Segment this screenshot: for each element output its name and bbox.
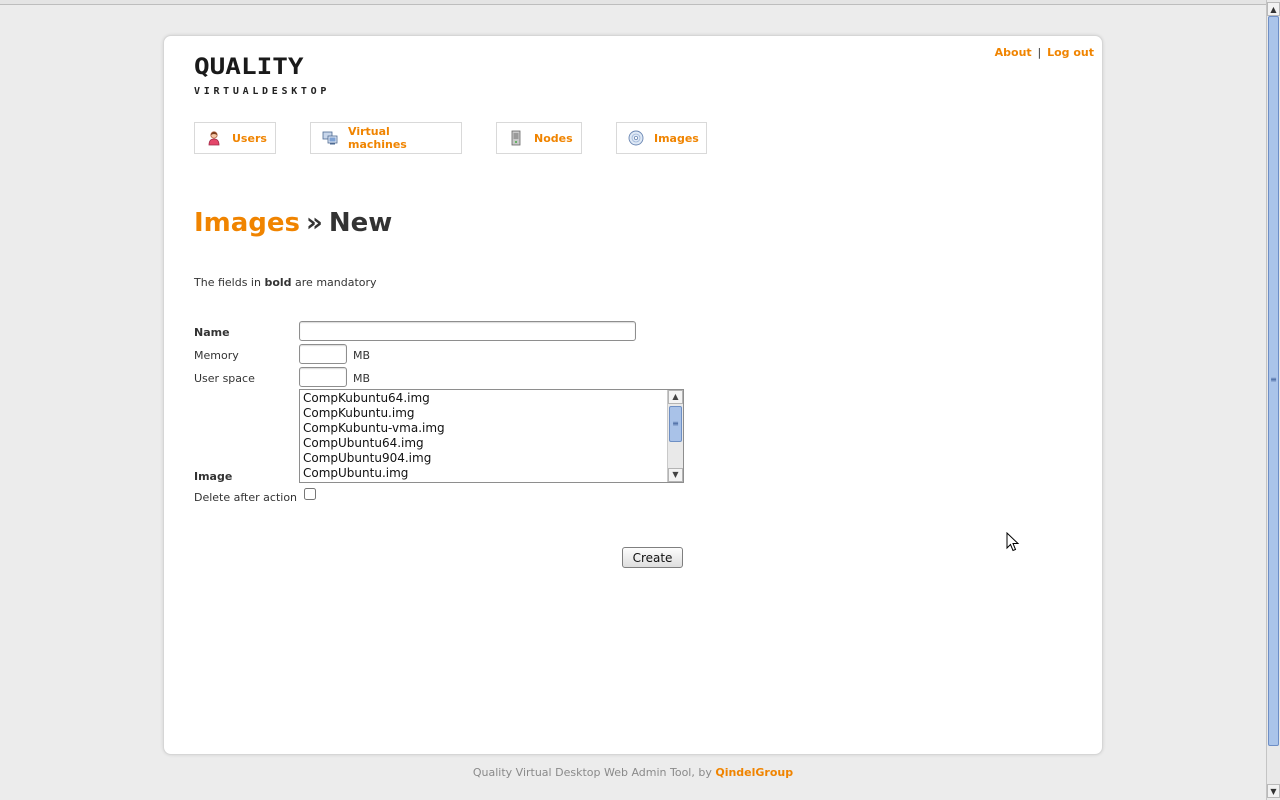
user-space-input[interactable] — [299, 367, 347, 387]
delete-after-action-label: Delete after action — [194, 491, 298, 504]
image-option[interactable]: CompUbuntu64.img — [300, 436, 667, 451]
logo-sub-text: VIRTUALDESKTOP — [194, 86, 331, 97]
mandatory-fields-hint: The fields in bold are mandatory — [194, 276, 377, 289]
server-icon — [508, 130, 524, 146]
nav-item-nodes[interactable]: Nodes — [496, 122, 582, 154]
disc-icon — [628, 130, 644, 146]
image-option[interactable]: CompKubuntu.img — [300, 406, 667, 421]
user-icon — [206, 130, 222, 146]
user-space-unit: MB — [353, 372, 371, 385]
name-label: Name — [194, 326, 230, 339]
memory-unit: MB — [353, 349, 371, 362]
memory-input[interactable] — [299, 344, 347, 364]
quality-virtualdesktop-logo: QUALITY VIRTUALDESKTOP — [194, 54, 331, 97]
footer-text: Quality Virtual Desktop Web Admin Tool, … — [472, 766, 716, 779]
footer: Quality Virtual Desktop Web Admin Tool, … — [0, 766, 1266, 779]
page-scroll-thumb[interactable]: ≡ — [1268, 16, 1279, 746]
logo-main-text: QUALITY — [194, 54, 304, 81]
breadcrumb-current: New — [328, 208, 393, 238]
memory-label: Memory — [194, 349, 239, 362]
delete-after-action-checkbox[interactable] — [304, 488, 316, 500]
image-label: Image — [194, 470, 233, 483]
image-list-scroll-thumb[interactable]: ≡ — [669, 406, 682, 442]
hint-text-before: The fields in — [194, 276, 265, 289]
logout-link[interactable]: Log out — [1047, 46, 1094, 59]
page-scroll-up-arrow-icon[interactable]: ▲ — [1267, 2, 1280, 16]
footer-company-link[interactable]: QindelGroup — [715, 766, 793, 779]
nav-item-virtual-machines[interactable]: Virtual machines — [310, 122, 462, 154]
image-option[interactable]: CompKubuntu64.img — [300, 391, 667, 406]
hint-text-after: are mandatory — [291, 276, 377, 289]
hint-bold-word: bold — [264, 276, 292, 289]
page-scroll-down-arrow-icon[interactable]: ▼ — [1267, 784, 1280, 798]
breadcrumb-section[interactable]: Images — [194, 208, 300, 238]
main-panel: About | Log out QUALITY VIRTUALDESKTOP U… — [163, 35, 1103, 755]
scroll-down-arrow-icon[interactable]: ▼ — [668, 468, 683, 482]
create-button[interactable]: Create — [622, 547, 683, 568]
nav-label-nodes: Nodes — [534, 131, 573, 145]
user-space-label: User space — [194, 372, 255, 385]
nav-label-images: Images — [654, 131, 699, 145]
main-nav: Users Virtual machines Nodes Images — [164, 122, 1102, 158]
image-option[interactable]: CompKubuntu-vma.img — [300, 421, 667, 436]
page-scrollbar[interactable]: ▲ ≡ ▼ — [1266, 0, 1280, 800]
image-option[interactable]: CompUbuntu.img — [300, 466, 667, 481]
image-select-list[interactable]: CompKubuntu64.img CompKubuntu.img CompKu… — [299, 389, 684, 483]
image-options: CompKubuntu64.img CompKubuntu.img CompKu… — [300, 391, 667, 481]
virtual-machines-icon — [322, 130, 338, 146]
nav-item-images[interactable]: Images — [616, 122, 707, 154]
image-option[interactable]: CompUbuntu904.img — [300, 451, 667, 466]
breadcrumb-separator: » — [306, 208, 323, 238]
top-links-separator: | — [1037, 46, 1042, 59]
scroll-up-arrow-icon[interactable]: ▲ — [668, 390, 683, 404]
nav-label-virtual-machines: Virtual machines — [348, 125, 407, 151]
name-input[interactable] — [299, 321, 636, 341]
mouse-pointer-icon — [1006, 532, 1020, 552]
page-title: Images» New — [194, 208, 392, 238]
browser-top-border — [0, 0, 1266, 5]
about-link[interactable]: About — [995, 46, 1032, 59]
image-list-scrollbar[interactable]: ▲ ≡ ▼ — [667, 390, 683, 482]
top-links: About | Log out — [995, 46, 1094, 59]
nav-label-users: Users — [232, 131, 267, 145]
nav-item-users[interactable]: Users — [194, 122, 276, 154]
